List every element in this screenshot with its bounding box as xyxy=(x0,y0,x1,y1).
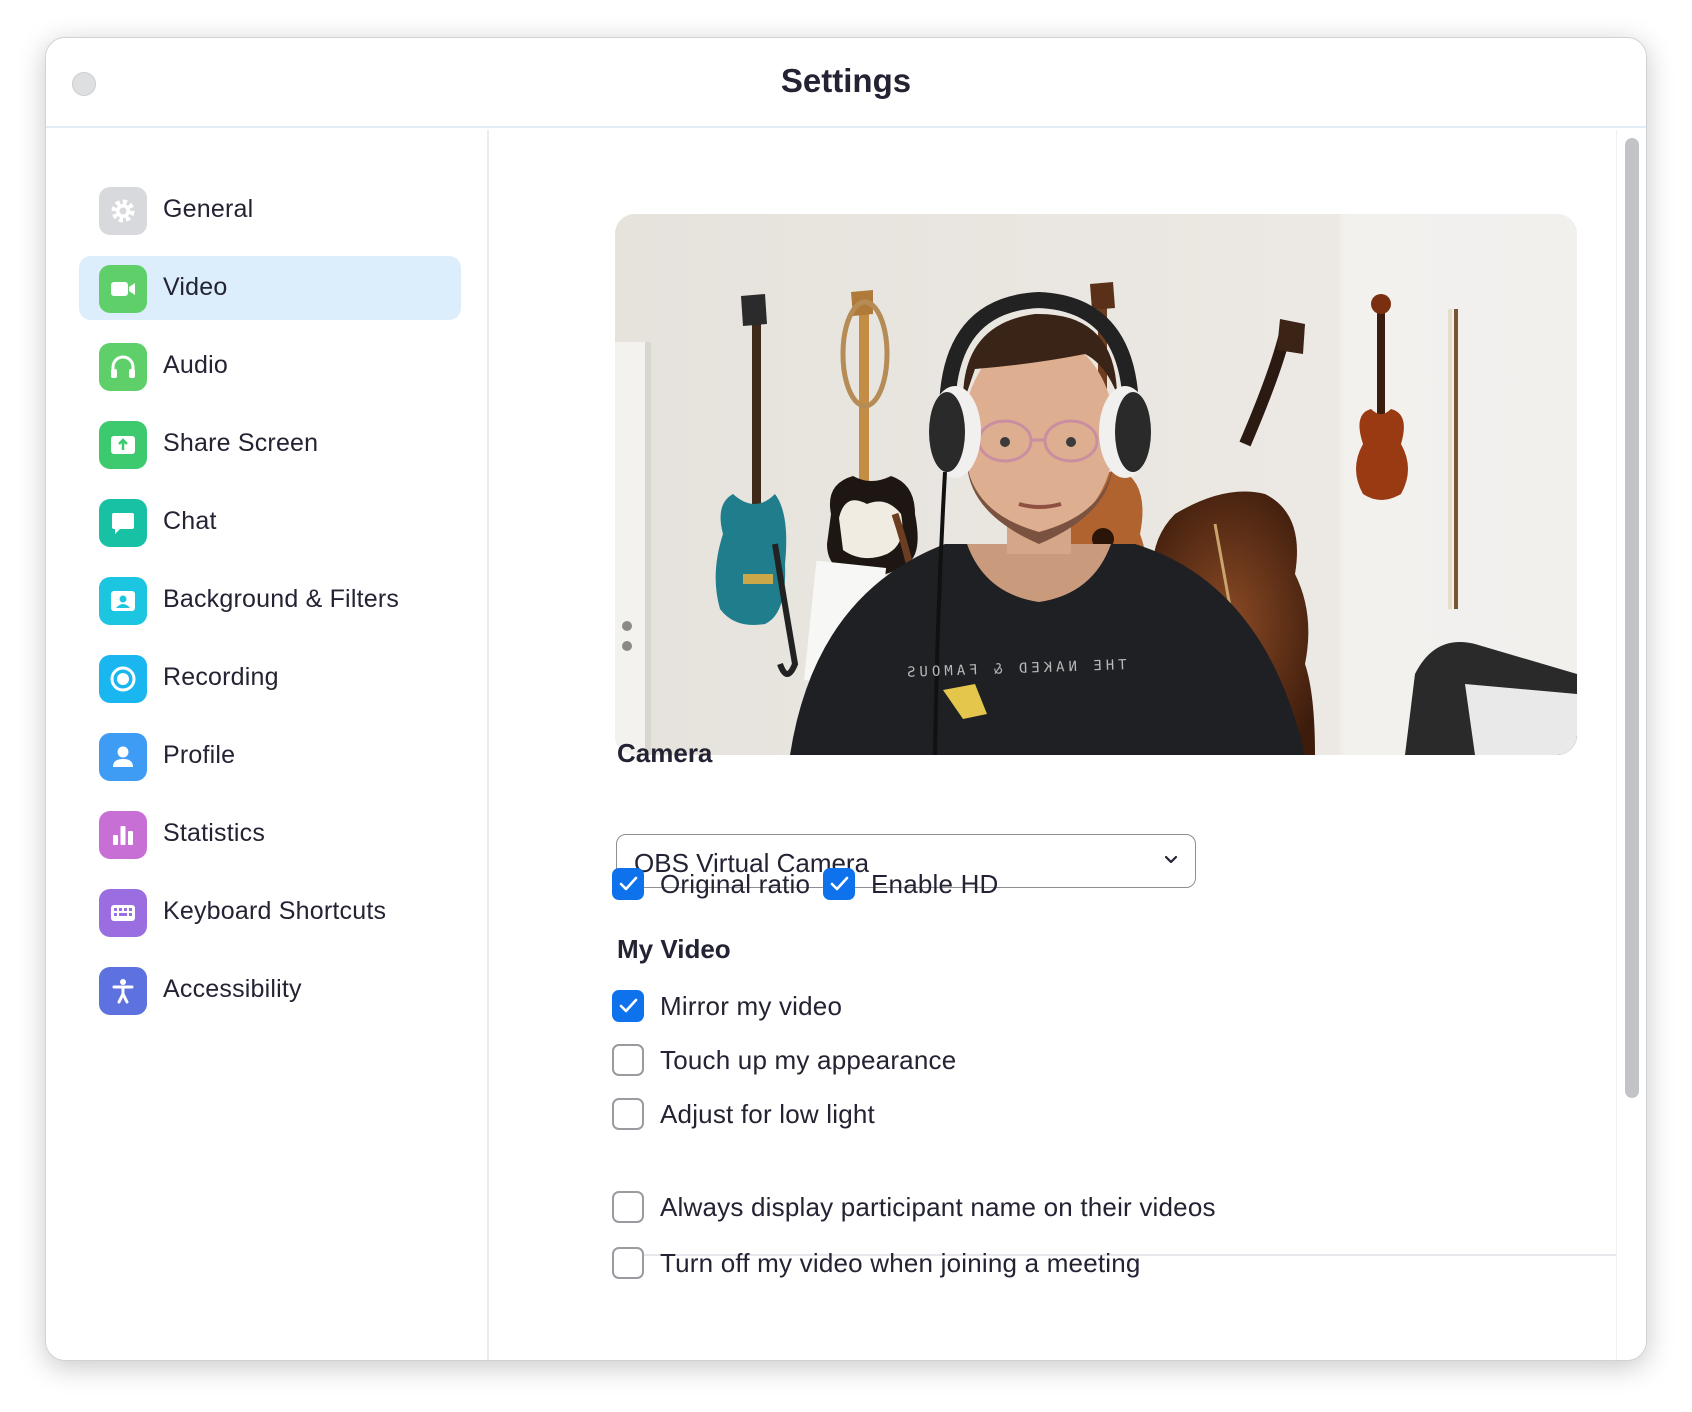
settings-window: Settings General Video Audio Share Scree… xyxy=(45,37,1647,1361)
background-person-icon xyxy=(99,577,147,625)
record-icon xyxy=(99,655,147,703)
sidebar-item-accessibility[interactable]: Accessibility xyxy=(79,958,461,1022)
turn-off-video-label: Turn off my video when joining a meeting xyxy=(660,1248,1141,1278)
sidebar-item-label: Video xyxy=(163,273,228,301)
mirror-video-label: Mirror my video xyxy=(660,991,843,1021)
checkmark-icon xyxy=(619,876,638,891)
original-ratio-checkbox-row[interactable]: Original ratio xyxy=(612,866,812,902)
display-names-checkbox-row[interactable]: Always display participant name on their… xyxy=(612,1189,1232,1225)
camera-preview-image: THE NAKED & FAMOUS xyxy=(615,214,1577,755)
bar-chart-icon xyxy=(99,811,147,859)
title-bar: Settings xyxy=(46,38,1646,128)
sidebar-item-label: Chat xyxy=(163,507,217,535)
scrollbar-thumb[interactable] xyxy=(1625,138,1639,1098)
checkmark-icon xyxy=(619,998,638,1013)
sidebar-item-label: Background & Filters xyxy=(163,585,400,613)
low-light-checkbox[interactable] xyxy=(612,1098,644,1130)
enable-hd-checkbox-row[interactable]: Enable HD xyxy=(823,866,1003,902)
sidebar-item-label: Audio xyxy=(163,351,228,379)
sidebar-item-background-filters[interactable]: Background & Filters xyxy=(79,568,461,632)
sidebar-item-chat[interactable]: Chat xyxy=(79,490,461,554)
accessibility-icon xyxy=(99,967,147,1015)
sidebar-item-label: Recording xyxy=(163,663,279,691)
turn-off-video-checkbox-row[interactable]: Turn off my video when joining a meeting xyxy=(612,1245,1172,1281)
low-light-checkbox-row[interactable]: Adjust for low light xyxy=(612,1096,932,1132)
sidebar-item-statistics[interactable]: Statistics xyxy=(79,802,461,866)
low-light-label: Adjust for low light xyxy=(660,1099,875,1129)
enable-hd-label: Enable HD xyxy=(871,869,999,899)
display-names-label: Always display participant name on their… xyxy=(660,1192,1216,1222)
gear-icon xyxy=(99,187,147,235)
chevron-down-icon xyxy=(1164,855,1178,864)
sidebar-item-share-screen[interactable]: Share Screen xyxy=(79,412,461,476)
original-ratio-checkbox[interactable] xyxy=(612,868,644,900)
touch-up-label: Touch up my appearance xyxy=(660,1045,957,1075)
sidebar-item-keyboard-shortcuts[interactable]: Keyboard Shortcuts xyxy=(79,880,461,944)
checkmark-icon xyxy=(830,876,849,891)
touch-up-checkbox-row[interactable]: Touch up my appearance xyxy=(612,1042,992,1078)
share-screen-icon xyxy=(99,421,147,469)
window-title: Settings xyxy=(780,62,912,99)
sidebar-item-label: Share Screen xyxy=(163,429,319,457)
settings-sidebar: General Video Audio Share Screen Chat Ba… xyxy=(46,130,489,1360)
mirror-video-checkbox-row[interactable]: Mirror my video xyxy=(612,988,892,1024)
camera-section-title: Camera xyxy=(617,738,713,768)
turn-off-video-checkbox[interactable] xyxy=(612,1247,644,1279)
sidebar-item-label: General xyxy=(163,195,254,223)
original-ratio-label: Original ratio xyxy=(660,869,811,899)
sidebar-item-recording[interactable]: Recording xyxy=(79,646,461,710)
display-names-checkbox[interactable] xyxy=(612,1191,644,1223)
profile-person-icon xyxy=(99,733,147,781)
sidebar-item-label: Profile xyxy=(163,741,236,769)
vertical-scrollbar[interactable] xyxy=(1616,130,1646,1360)
sidebar-item-label: Keyboard Shortcuts xyxy=(163,897,387,925)
chat-bubble-icon xyxy=(99,499,147,547)
camera-preview: THE NAKED & FAMOUS xyxy=(615,214,1577,755)
touch-up-checkbox[interactable] xyxy=(612,1044,644,1076)
headphones-icon xyxy=(99,343,147,391)
sidebar-item-video[interactable]: Video xyxy=(79,256,461,320)
sidebar-item-label: Statistics xyxy=(163,819,266,847)
mirror-video-checkbox[interactable] xyxy=(612,990,644,1022)
sidebar-item-general[interactable]: General xyxy=(79,178,461,242)
keyboard-icon xyxy=(99,889,147,937)
video-camera-icon xyxy=(99,265,147,313)
my-video-section-title: My Video xyxy=(617,934,731,964)
video-settings-panel: THE NAKED & FAMOUS Camera OBS Virtual Ca… xyxy=(491,130,1619,1360)
enable-hd-checkbox[interactable] xyxy=(823,868,855,900)
sidebar-item-profile[interactable]: Profile xyxy=(79,724,461,788)
sidebar-item-audio[interactable]: Audio xyxy=(79,334,461,398)
sidebar-item-label: Accessibility xyxy=(163,975,302,1003)
